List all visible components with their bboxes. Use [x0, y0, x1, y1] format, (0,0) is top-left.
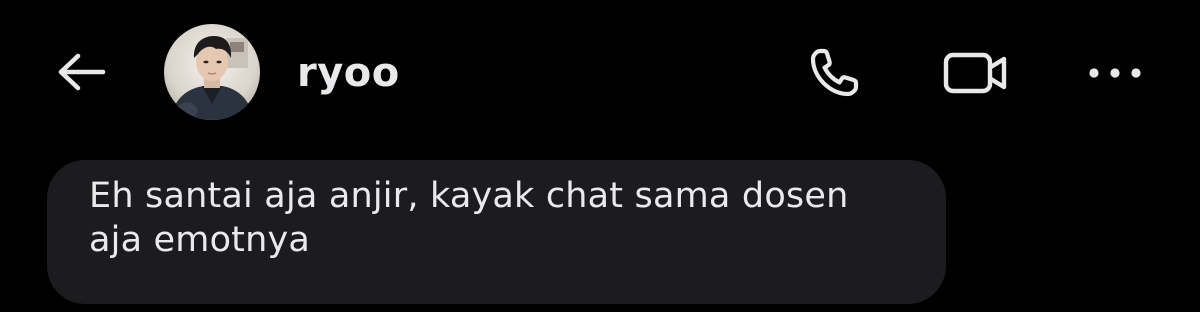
incoming-message-bubble[interactable]: Eh santai aja anjir, kayak chat sama dos… — [47, 160, 946, 304]
more-options-icon — [1089, 68, 1141, 78]
call-button[interactable] — [800, 42, 870, 104]
video-camera-icon — [943, 52, 1007, 94]
phone-icon — [810, 48, 859, 97]
back-arrow-icon — [58, 53, 106, 91]
chat-header: ryoo — [0, 0, 1200, 150]
more-options-button[interactable] — [1080, 42, 1150, 104]
chat-screen: ryoo Eh santai aja anjir, kayak chat sam… — [0, 0, 1200, 312]
video-call-button[interactable] — [936, 42, 1016, 104]
back-button[interactable] — [52, 46, 112, 98]
message-text: Eh santai aja anjir, kayak chat sama dos… — [89, 176, 849, 260]
contact-name[interactable]: ryoo — [297, 46, 400, 100]
avatar[interactable] — [164, 24, 260, 120]
profile-photo — [164, 24, 260, 120]
